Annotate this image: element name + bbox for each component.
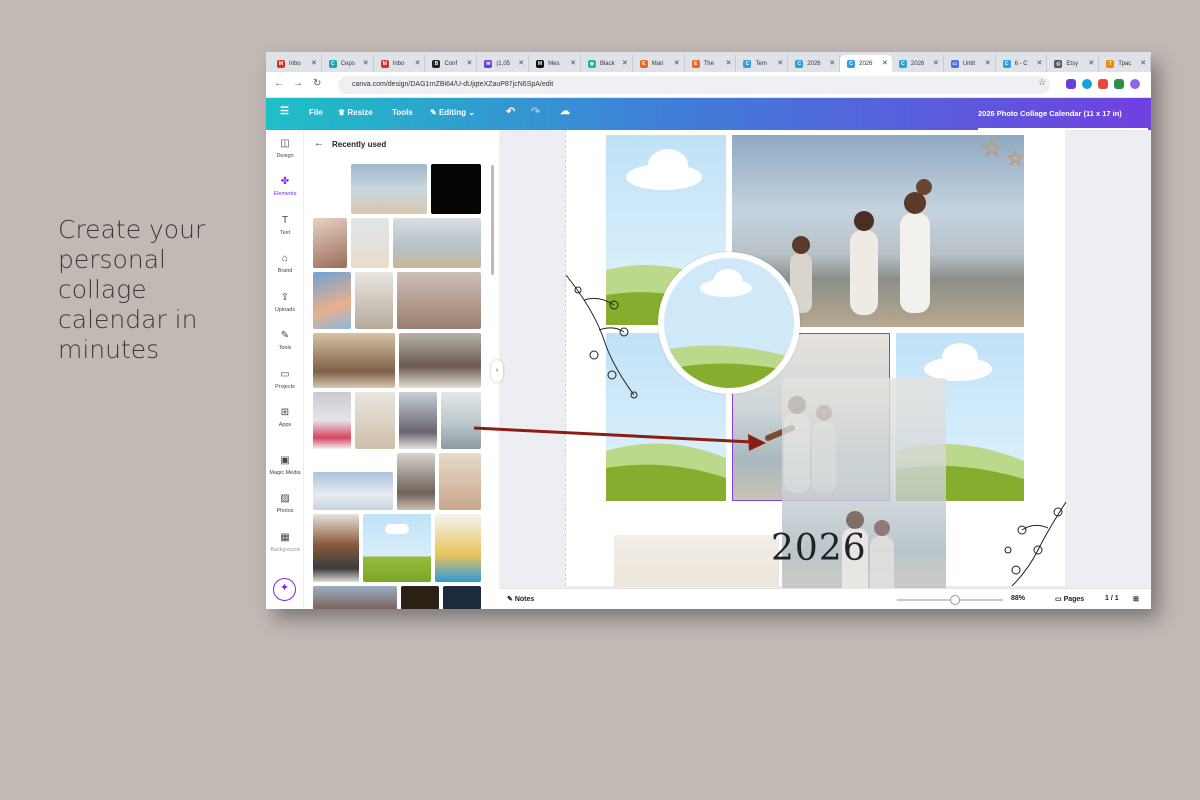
annotation-arrow bbox=[473, 426, 766, 451]
